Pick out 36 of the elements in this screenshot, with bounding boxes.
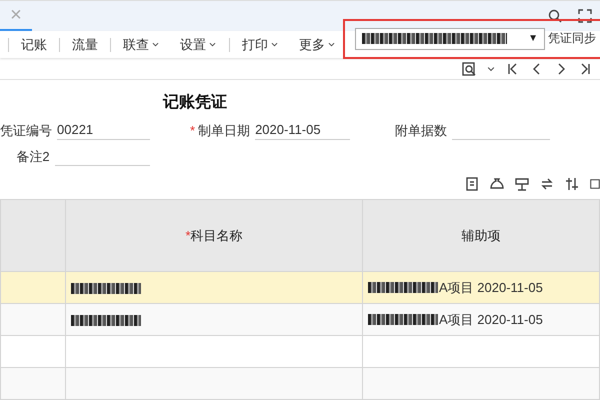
chevron-down-icon[interactable] <box>208 40 217 49</box>
field-label: 凭证编号 <box>0 122 52 140</box>
voucher-title: 记账凭证 <box>163 92 227 113</box>
table-row[interactable]: A项目 2020-11-05 <box>0 304 600 336</box>
table-cell <box>0 304 66 336</box>
dropdown-menu-button[interactable]: 更多 <box>295 36 340 54</box>
dropdown-menu-button[interactable]: 打印 <box>238 36 283 54</box>
table-header-cell <box>0 200 66 272</box>
table-row[interactable]: A项目 2020-11-05 <box>0 272 600 304</box>
search-icon[interactable] <box>548 9 562 23</box>
field-label: * 制单日期 <box>190 122 250 140</box>
column-header: *科目名称 <box>66 200 362 272</box>
auxiliary-text: A项目 2020-11-05 <box>439 278 543 296</box>
document-list-icon[interactable] <box>465 177 479 191</box>
input-field[interactable]: 00221 <box>57 122 150 140</box>
column-header: 辅助项 <box>362 200 600 272</box>
input-field[interactable]: 2020-11-05 <box>255 122 350 140</box>
chevron-down-icon[interactable] <box>151 40 160 49</box>
chevron-down-icon[interactable] <box>270 40 279 49</box>
table-cell <box>0 272 66 304</box>
auxiliary-text: A项目 2020-11-05 <box>439 310 543 328</box>
field-label: 备注2 <box>15 148 50 166</box>
dropdown-menu-button[interactable]: 联查 <box>119 36 164 54</box>
table-cell <box>0 368 66 400</box>
fullscreen-icon[interactable] <box>578 9 592 23</box>
preview-icon[interactable] <box>462 62 476 76</box>
sync-label: 凭证同步 <box>548 30 596 47</box>
swap-icon[interactable] <box>540 177 554 191</box>
dropdown-menu-button[interactable]: 设置 <box>176 36 221 54</box>
field-label: 附单据数 <box>395 122 447 140</box>
layout-icon[interactable] <box>515 177 529 191</box>
toolbar-button[interactable]: 记账 <box>17 36 51 54</box>
adjust-icon[interactable] <box>565 177 579 191</box>
voucher-select[interactable]: ▼ <box>355 28 545 50</box>
toolbar-button[interactable]: 流量 <box>68 36 102 54</box>
chevron-down-icon[interactable] <box>327 40 336 49</box>
